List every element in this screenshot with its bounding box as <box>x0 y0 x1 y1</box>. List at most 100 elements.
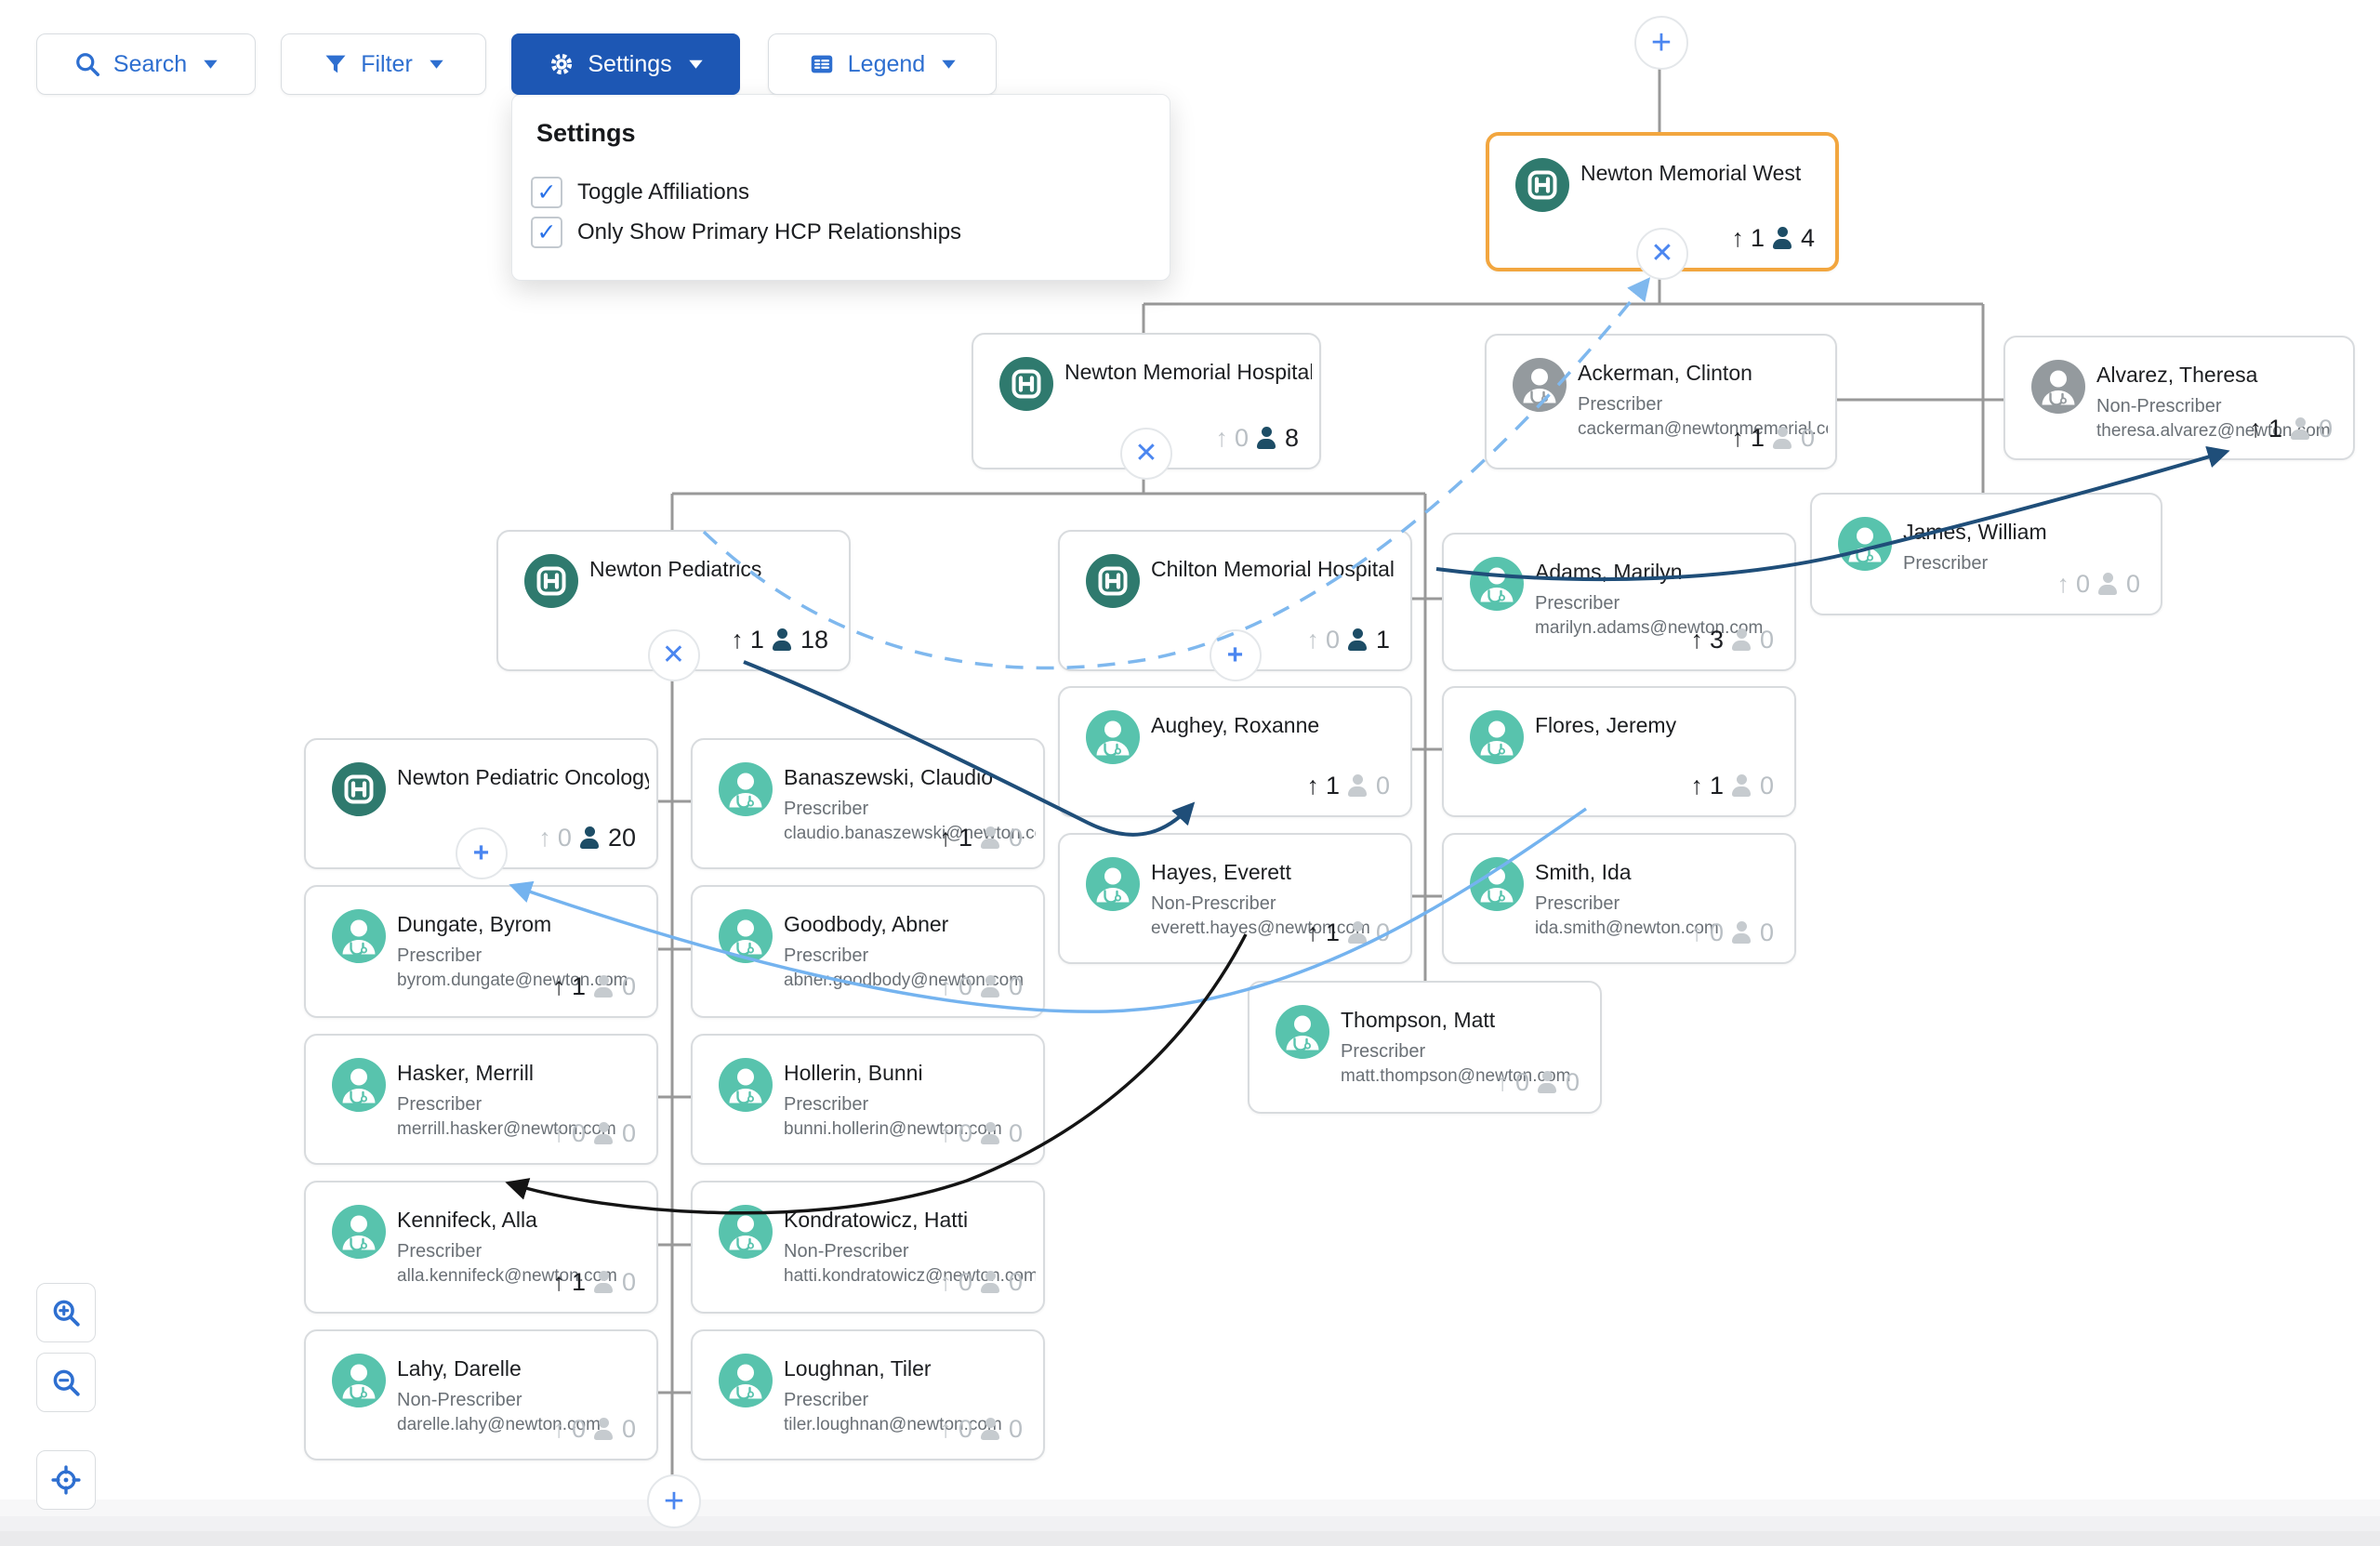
settings-dropdown-panel: Settings ✓ Toggle Affiliations ✓ Only Sh… <box>511 94 1170 281</box>
upward-count: 0 <box>959 1119 972 1148</box>
node-role: Non-Prescriber <box>1151 892 1403 915</box>
settings-button-label: Settings <box>588 51 671 78</box>
hcp-node-card[interactable]: Lahy, Darelle Non-Prescriber darelle.lah… <box>304 1329 658 1460</box>
upward-count: 1 <box>2268 415 2282 443</box>
recenter-button[interactable] <box>36 1450 96 1510</box>
person-icon <box>1730 628 1753 652</box>
avatar <box>1470 557 1524 611</box>
hcp-node-card[interactable]: Hollerin, Bunni Prescriber bunni.holleri… <box>691 1034 1045 1165</box>
hcp-node-card[interactable]: Banaszewski, Claudio Prescriber claudio.… <box>691 738 1045 869</box>
primary-hcp-relationships-option[interactable]: ✓ Only Show Primary HCP Relationships <box>531 217 961 248</box>
hospital-icon <box>524 554 578 608</box>
expand-more-button[interactable]: + <box>647 1474 701 1528</box>
expand-parent-button[interactable]: + <box>1634 16 1688 70</box>
hcp-node-card[interactable]: Goodbody, Abner Prescriber abner.goodbod… <box>691 885 1045 1018</box>
upward-count: 0 <box>959 1415 972 1444</box>
chevron-down-icon <box>429 59 444 70</box>
hospital-icon <box>999 357 1053 411</box>
people-count: 0 <box>2126 570 2140 599</box>
hcp-node-card[interactable]: Dungate, Byrom Prescriber byrom.dungate@… <box>304 885 658 1018</box>
avatar <box>719 762 773 816</box>
person-icon <box>592 975 615 998</box>
node-name: Kennifeck, Alla <box>397 1207 649 1234</box>
people-count: 20 <box>608 824 636 852</box>
node-stats: ↑ 0 0 <box>939 1268 1023 1297</box>
zoom-in-button[interactable] <box>36 1283 96 1342</box>
hcp-node-card[interactable]: Hasker, Merrill Prescriber merrill.haske… <box>304 1034 658 1165</box>
horizontal-scrollbar[interactable] <box>0 1500 2380 1546</box>
org-chart-canvas[interactable]: Newton Memorial West ↑ 1 4 ✕ Newton Memo… <box>0 0 2380 1546</box>
legend-button[interactable]: Legend <box>768 33 997 95</box>
hco-node-card[interactable]: Newton Memorial West ↑ 1 4 ✕ <box>1486 132 1839 271</box>
hcp-node-card[interactable]: Flores, Jeremy ↑ 1 0 <box>1442 686 1796 817</box>
chevron-down-icon <box>203 59 218 70</box>
expand-node-button[interactable]: + <box>1210 629 1262 681</box>
node-name: Loughnan, Tiler <box>784 1355 1036 1382</box>
hcp-node-card[interactable]: Loughnan, Tiler Prescriber tiler.loughna… <box>691 1329 1045 1460</box>
settings-button[interactable]: Settings <box>511 33 740 95</box>
person-icon <box>979 826 1002 850</box>
upward-arrow-icon: ↑ <box>552 974 565 999</box>
checkbox-checked[interactable]: ✓ <box>531 217 562 248</box>
node-stats: ↑ 0 0 <box>2056 570 2140 599</box>
hcp-node-card[interactable]: Hayes, Everett Non-Prescriber everett.ha… <box>1058 833 1412 964</box>
toggle-affiliations-option[interactable]: ✓ Toggle Affiliations <box>531 177 749 208</box>
expand-node-button[interactable]: + <box>456 827 508 879</box>
hco-node-card[interactable]: Chilton Memorial Hospital ↑ 0 1 + <box>1058 530 1412 671</box>
collapse-node-button[interactable]: ✕ <box>1636 228 1688 280</box>
node-name: Ackerman, Clinton <box>1578 360 1828 387</box>
node-stats: ↑ 1 0 <box>1306 918 1390 947</box>
hcp-node-card[interactable]: Ackerman, Clinton Prescriber cackerman@n… <box>1485 334 1837 469</box>
upward-arrow-icon: ↑ <box>939 1417 952 1442</box>
hcp-node-card[interactable]: Alvarez, Theresa Non-Prescriber theresa.… <box>2003 336 2355 460</box>
person-icon <box>592 1122 615 1145</box>
hcp-node-card[interactable]: Adams, Marilyn Prescriber marilyn.adams@… <box>1442 533 1796 671</box>
checkbox-checked[interactable]: ✓ <box>531 177 562 208</box>
upward-arrow-icon: ↑ <box>552 1417 565 1442</box>
people-count: 18 <box>800 626 828 654</box>
plus-icon: + <box>664 1484 684 1519</box>
search-button[interactable]: Search <box>36 33 256 95</box>
hcp-node-card[interactable]: James, William Prescriber ↑ 0 0 <box>1810 493 2162 615</box>
upward-count: 1 <box>959 824 972 852</box>
avatar <box>1086 710 1140 764</box>
avatar <box>332 762 386 816</box>
hco-node-card[interactable]: Newton Pediatrics ↑ 1 18 ✕ <box>496 530 851 671</box>
doctor-icon <box>332 909 386 963</box>
hcp-node-card[interactable]: Smith, Ida Prescriber ida.smith@newton.c… <box>1442 833 1796 964</box>
person-icon <box>979 1122 1002 1145</box>
node-name: Dungate, Byrom <box>397 911 649 938</box>
node-name: Lahy, Darelle <box>397 1355 649 1382</box>
people-count: 0 <box>1760 772 1774 800</box>
hco-node-card[interactable]: Newton Memorial Hospital g... ↑ 0 8 ✕ <box>972 333 1321 469</box>
zoom-in-icon <box>50 1297 82 1328</box>
doctor-icon <box>332 1058 386 1112</box>
node-role: Prescriber <box>1578 393 1828 416</box>
upward-arrow-icon: ↑ <box>1690 773 1703 799</box>
zoom-out-button[interactable] <box>36 1353 96 1412</box>
person-icon <box>592 1271 615 1294</box>
people-count: 0 <box>1760 918 1774 947</box>
people-count: 0 <box>622 1119 636 1148</box>
hco-node-card[interactable]: Newton Pediatric Oncology ↑ 0 20 + <box>304 738 658 869</box>
node-stats: ↑ 0 0 <box>939 972 1023 1001</box>
collapse-node-button[interactable]: ✕ <box>1120 428 1172 480</box>
hcp-node-card[interactable]: Kondratowicz, Hatti Non-Prescriber hatti… <box>691 1181 1045 1314</box>
doctor-icon <box>1276 1005 1329 1059</box>
people-count: 0 <box>1009 1415 1023 1444</box>
upward-arrow-icon: ↑ <box>1731 426 1744 451</box>
doctor-icon <box>719 1058 773 1112</box>
filter-button[interactable]: Filter <box>281 33 486 95</box>
hcp-node-card[interactable]: Thompson, Matt Prescriber matt.thompson@… <box>1248 981 1602 1114</box>
node-name: Kondratowicz, Hatti <box>784 1207 1036 1234</box>
upward-count: 0 <box>959 1268 972 1297</box>
upward-arrow-icon: ↑ <box>939 974 952 999</box>
node-name: Hollerin, Bunni <box>784 1060 1036 1087</box>
collapse-node-button[interactable]: ✕ <box>648 629 700 681</box>
doctor-icon <box>1086 710 1140 764</box>
upward-arrow-icon: ↑ <box>731 628 744 653</box>
hcp-node-card[interactable]: Kennifeck, Alla Prescriber alla.kennifec… <box>304 1181 658 1314</box>
hcp-node-card[interactable]: Aughey, Roxanne ↑ 1 0 <box>1058 686 1412 817</box>
upward-count: 0 <box>1710 918 1724 947</box>
node-name: Newton Memorial Hospital g... <box>1064 359 1312 386</box>
